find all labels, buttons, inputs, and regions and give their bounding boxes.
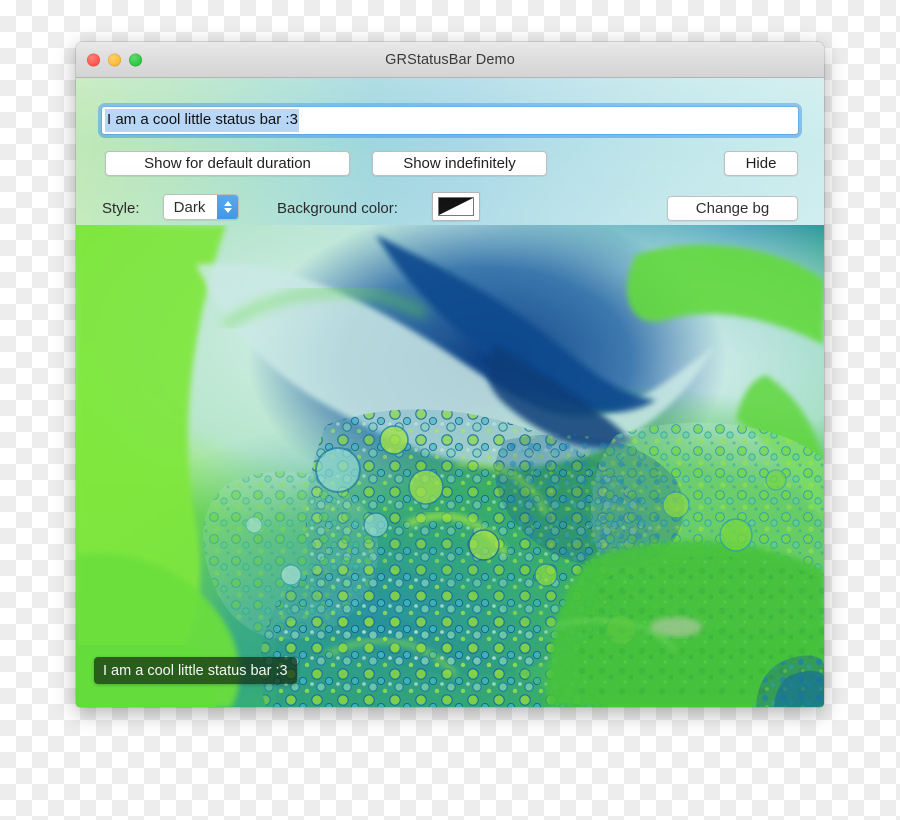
chevron-down-icon: [223, 208, 232, 213]
message-input-focus-ring: I am a cool little status bar :3: [101, 106, 799, 135]
window-title: GRStatusBar Demo: [385, 51, 515, 68]
background-color-label: Background color:: [277, 200, 398, 217]
show-default-duration-button[interactable]: Show for default duration: [105, 151, 350, 176]
status-bar-overlay: I am a cool little status bar :3: [94, 657, 297, 684]
wallpaper-content-area: I am a cool little status bar :3: [76, 225, 824, 707]
message-input-value: I am a cool little status bar :3: [105, 109, 299, 132]
stepper-arrows-icon[interactable]: [217, 195, 238, 219]
style-popup-value: Dark: [164, 195, 217, 219]
color-swatch-icon: [438, 197, 474, 216]
background-color-well[interactable]: [432, 192, 480, 221]
minimize-button-icon[interactable]: [108, 53, 121, 66]
screenshot-canvas: GRStatusBar Demo I am a cool little stat…: [0, 0, 900, 820]
controls-pane: I am a cool little status bar :3 Show fo…: [76, 78, 824, 225]
chevron-up-icon: [223, 201, 232, 206]
style-popup[interactable]: Dark: [163, 194, 239, 220]
message-input[interactable]: I am a cool little status bar :3: [102, 107, 798, 134]
window-traffic-lights: [87, 53, 142, 66]
status-bar-text: I am a cool little status bar :3: [103, 662, 288, 679]
change-bg-button[interactable]: Change bg: [667, 196, 798, 221]
wallpaper-artwork: [76, 225, 824, 707]
hide-button[interactable]: Hide: [724, 151, 798, 176]
app-window: GRStatusBar Demo I am a cool little stat…: [76, 42, 824, 707]
style-label: Style:: [102, 200, 140, 217]
zoom-button-icon[interactable]: [129, 53, 142, 66]
show-indefinitely-button[interactable]: Show indefinitely: [372, 151, 547, 176]
close-button-icon[interactable]: [87, 53, 100, 66]
window-titlebar: GRStatusBar Demo: [76, 42, 824, 78]
